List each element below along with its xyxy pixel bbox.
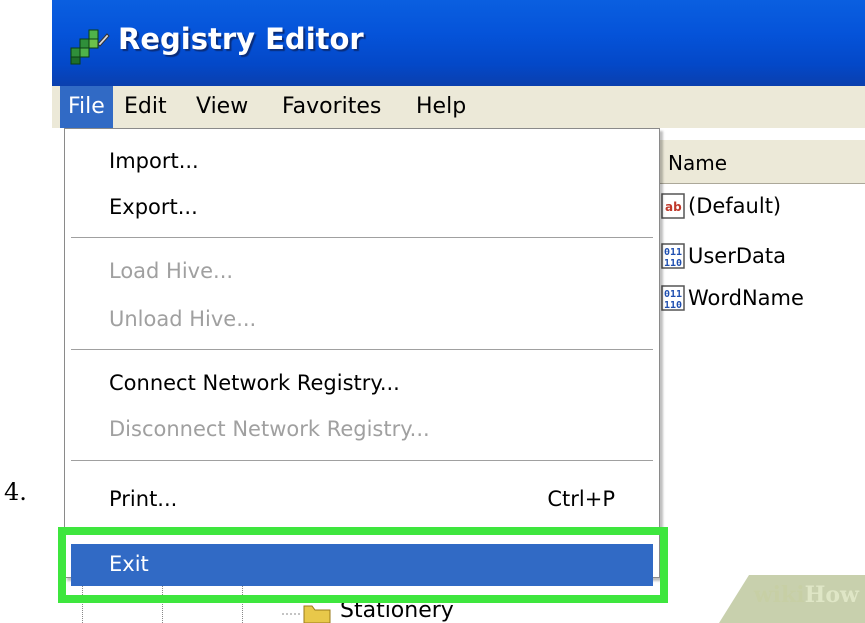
svg-text:011: 011 [664, 289, 682, 300]
menu-file[interactable]: File [60, 86, 113, 128]
watermark-how: How [804, 582, 859, 608]
value-row[interactable]: ab (Default) [660, 188, 781, 224]
svg-text:110: 110 [664, 258, 682, 269]
watermark-wiki: wiki [753, 582, 805, 608]
menu-bar: File Edit View Favorites Help [52, 86, 865, 128]
value-row[interactable]: 011 110 UserData [660, 238, 786, 274]
value-row[interactable]: 011 110 WordName [660, 280, 804, 316]
step-number: 4. [4, 478, 27, 506]
string-value-icon: ab [661, 193, 685, 219]
menu-item-unload-hive: Unload Hive... [109, 307, 257, 331]
file-menu-dropdown: Import... Export... Load Hive... Unload … [64, 128, 660, 586]
menu-item-disconnect-network-registry: Disconnect Network Registry... [109, 417, 430, 441]
wikihow-watermark: wikiHow [754, 582, 859, 608]
menu-favorites[interactable]: Favorites [274, 86, 389, 128]
menu-item-connect-network-registry[interactable]: Connect Network Registry... [109, 371, 400, 395]
value-name: WordName [688, 286, 804, 310]
value-name: UserData [688, 244, 787, 268]
svg-text:110: 110 [664, 300, 682, 311]
menu-separator [71, 349, 653, 351]
menu-view[interactable]: View [188, 86, 256, 128]
binary-value-icon: 011 110 [661, 285, 685, 311]
value-name: (Default) [688, 194, 782, 218]
title-bar: Registry Editor [52, 0, 865, 86]
print-shortcut: Ctrl+P [547, 487, 615, 511]
menu-item-import[interactable]: Import... [109, 149, 199, 173]
column-header-name[interactable]: Name [652, 140, 865, 184]
menu-help[interactable]: Help [408, 86, 474, 128]
menu-item-export[interactable]: Export... [109, 195, 198, 219]
values-pane[interactable]: Name ab (Default) 011 110 UserData 011 1… [652, 128, 865, 623]
svg-text:ab: ab [665, 200, 682, 214]
menu-item-load-hive: Load Hive... [109, 259, 234, 283]
menu-item-print[interactable]: Print... [109, 487, 177, 511]
registry-editor-icon [70, 29, 110, 65]
menu-edit[interactable]: Edit [116, 86, 175, 128]
menu-separator [71, 237, 653, 239]
folder-icon [282, 605, 331, 623]
exit-highlight-callout [58, 527, 668, 603]
window-title: Registry Editor [118, 22, 364, 56]
menu-separator [71, 460, 653, 462]
binary-value-icon: 011 110 [661, 243, 685, 269]
svg-text:011: 011 [664, 247, 682, 258]
